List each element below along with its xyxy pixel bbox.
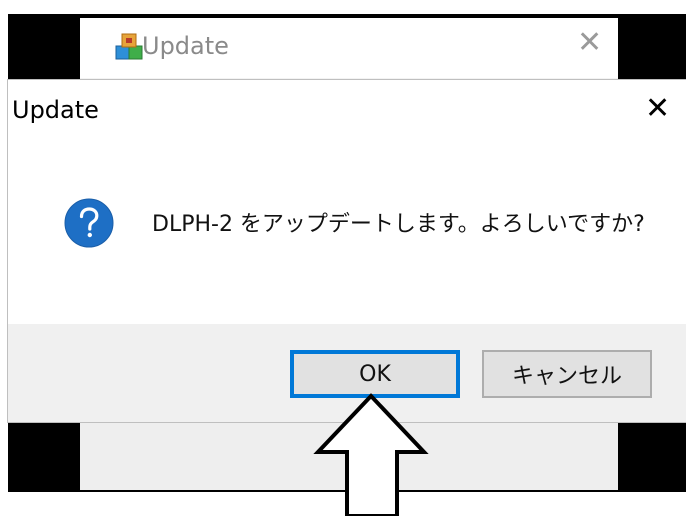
pointer-arrow bbox=[313, 393, 429, 516]
up-arrow-icon bbox=[313, 393, 429, 516]
screenshot-stage: Update ✕ Update ✕ DLPH-2 をアップデートします。よろしい… bbox=[0, 0, 686, 516]
